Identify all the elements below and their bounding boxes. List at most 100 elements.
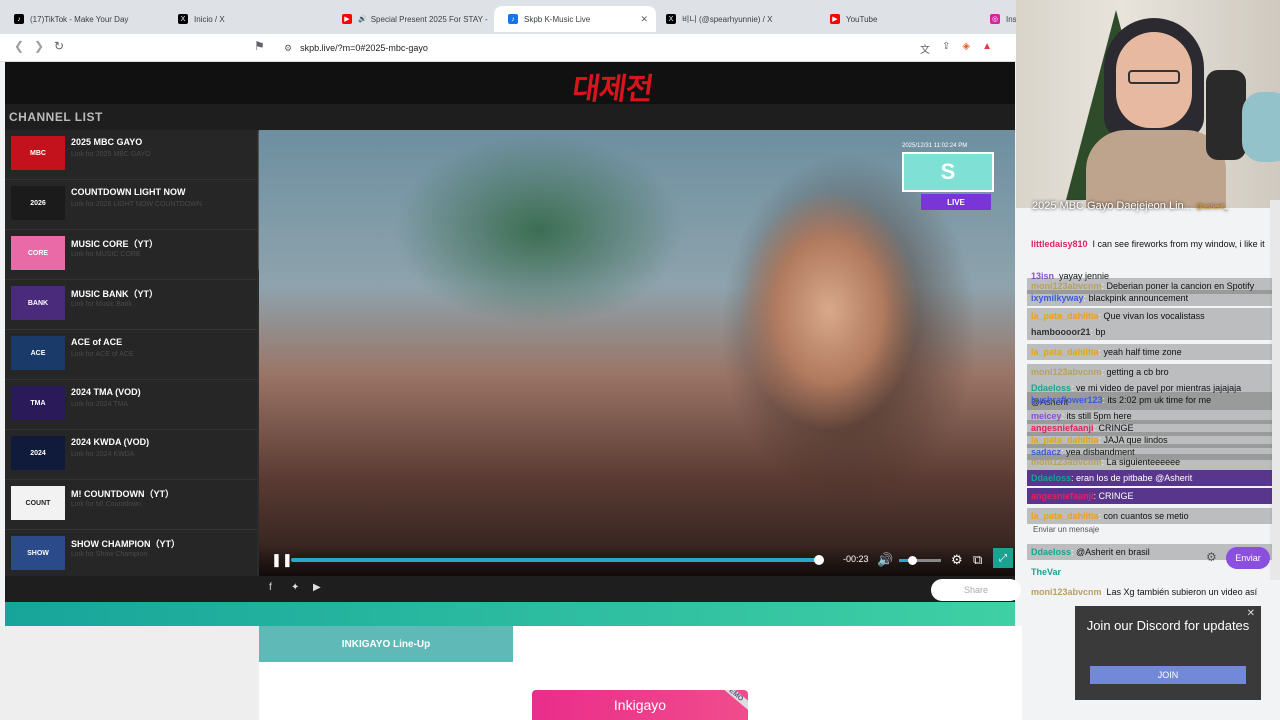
- address-bar: ❮ ❯ ↻ ⚑ ⚙ skpb.live/?m=0#2025-mbc-gayo 文 …: [0, 34, 1016, 62]
- channel-link-text: Link for MUSIC CORE: [71, 251, 141, 258]
- chat-text: La siguienteeeeee: [1106, 457, 1181, 467]
- demo-ribbon: DEMO: [714, 690, 748, 711]
- volume-icon[interactable]: 🔊: [877, 552, 893, 568]
- tab-youtube[interactable]: ▶ YouTube: [816, 6, 984, 32]
- channel-thumbnail: COUNT: [11, 486, 65, 520]
- instagram-icon: ◎: [990, 14, 1000, 24]
- chat-message: moni123abvcnm: La siguienteeeeee: [1027, 454, 1272, 470]
- channel-item[interactable]: ACE ACE of ACE Link for ACE of ACE: [5, 330, 257, 380]
- send-button[interactable]: Enviar: [1226, 547, 1270, 569]
- chat-input[interactable]: Enviar un mensaje: [1027, 522, 1272, 540]
- tab-tiktok[interactable]: ♪ (17)TikTok - Make Your Day: [0, 6, 168, 32]
- channel-item[interactable]: CORE MUSIC CORE（YT） Link for MUSIC CORE: [5, 230, 257, 280]
- chat-settings-icon[interactable]: ⚙: [1206, 550, 1217, 564]
- channel-link-text: Link for ACE of ACE: [71, 351, 134, 358]
- site-info-icon[interactable]: ⚙: [284, 43, 292, 54]
- pause-icon[interactable]: ❚❚: [271, 552, 293, 568]
- chat-text: getting a cb bro: [1106, 367, 1169, 377]
- channel-list: MBC 2025 MBC GAYO Link for 2025 MBC GAYO…: [5, 130, 257, 576]
- inkigayo-button[interactable]: Inkigayo DEMO: [532, 690, 748, 720]
- channel-item[interactable]: BANK MUSIC BANK（YT） Link for Music Bank: [5, 280, 257, 330]
- fullscreen-icon[interactable]: ⤢: [993, 548, 1013, 568]
- share-page-icon[interactable]: ⇪: [942, 41, 950, 56]
- chat-username[interactable]: TheVar: [1031, 567, 1061, 577]
- chat-message: moni123abvcnm: getting a cb bro: [1027, 364, 1272, 380]
- chat-username[interactable]: hamboooor21: [1031, 327, 1091, 337]
- skpb-icon: ♪: [508, 14, 518, 24]
- discord-title: Join our Discord for updates: [1086, 618, 1250, 633]
- chat-username[interactable]: bushraflower123: [1031, 395, 1103, 405]
- progress-knob[interactable]: [814, 555, 824, 565]
- youtube-share-icon[interactable]: ▶: [313, 582, 321, 593]
- video-player[interactable]: 2025/12/31 11:02:24 PM S LIVE ❚❚ -00:23 …: [259, 130, 1015, 576]
- player-controls: ❚❚ -00:23 🔊 ⚙ ⧉ ⤢: [259, 544, 1015, 576]
- popout-icon[interactable]: ⧉: [973, 552, 982, 568]
- chat-text: @Asherit en brasil: [1076, 547, 1150, 557]
- chat-username[interactable]: la_pata_dahlitia: [1031, 347, 1099, 357]
- bookmark-icon[interactable]: ⚑: [254, 39, 265, 53]
- tab-x-spearhyunnie[interactable]: X 비니 (@spearhyunnie) / X: [652, 6, 820, 32]
- audio-icon: 🔊: [358, 16, 367, 23]
- chat-username[interactable]: la_pata_dahlitia: [1031, 311, 1099, 321]
- tiktok-icon: ♪: [14, 14, 24, 24]
- channel-thumbnail: MBC: [11, 136, 65, 170]
- chat-text: Que vivan los vocalistass: [1103, 311, 1205, 321]
- chat-username[interactable]: la_pata_dahlitia: [1031, 511, 1099, 521]
- tab-youtube-special[interactable]: ▶ 🔊 Special Present 2025 For STAY -: [328, 6, 496, 32]
- back-icon[interactable]: ❮: [14, 39, 24, 53]
- channel-item[interactable]: MBC 2025 MBC GAYO Link for 2025 MBC GAYO: [5, 130, 257, 180]
- facebook-icon[interactable]: f: [269, 582, 272, 593]
- reload-icon[interactable]: ↻: [54, 39, 64, 53]
- chat-username[interactable]: moni123abvcnm: [1031, 457, 1102, 467]
- chat-username[interactable]: Ddaeloss: [1031, 473, 1071, 483]
- join-button[interactable]: JOIN: [1090, 666, 1246, 684]
- chat-text: bp: [1095, 327, 1106, 337]
- channel-name: 2024 KWDA (VOD): [71, 437, 150, 447]
- progress-bar[interactable]: [291, 555, 824, 565]
- settings-gear-icon[interactable]: ⚙: [951, 552, 963, 568]
- close-tab-icon[interactable]: ✕: [640, 14, 648, 25]
- channel-name: ACE of ACE: [71, 337, 123, 347]
- chat-message: Ddaeloss: eran los de pitbabe @Asherit: [1027, 470, 1272, 486]
- share-button[interactable]: Share: [931, 579, 1021, 601]
- streamer-body: [1086, 130, 1226, 208]
- volume-slider[interactable]: [899, 556, 941, 565]
- microphone: [1206, 70, 1246, 160]
- tab-skpb[interactable]: ♪ Skpb K-Music Live ✕: [494, 6, 656, 32]
- channel-link-text: Link for 2024 KWDA: [71, 451, 135, 458]
- discord-popup: ✕ Join our Discord for updates JOIN: [1075, 606, 1261, 700]
- chat-message: ixymilkyway: blackpink announcement: [1027, 290, 1272, 306]
- chat-username[interactable]: littledaisy810: [1031, 239, 1088, 249]
- url-field[interactable]: ⚙ skpb.live/?m=0#2025-mbc-gayo: [276, 38, 896, 58]
- channel-name: MUSIC BANK（YT）: [71, 289, 158, 299]
- translate-icon[interactable]: 文: [920, 41, 930, 56]
- channel-name: MUSIC CORE（YT）: [71, 239, 159, 249]
- tab-x-inicio[interactable]: X Inicio / X: [164, 6, 332, 32]
- tab-instagram[interactable]: ◎ Ins: [980, 6, 1016, 32]
- chat-message: la_pata_dahlitia: Que vivan los vocalist…: [1027, 308, 1272, 324]
- brave-rewards-icon[interactable]: ▲: [982, 41, 992, 56]
- chat-username[interactable]: angesniefaanji: [1031, 491, 1094, 501]
- browser-tab-bar: ♪ (17)TikTok - Make Your Day X Inicio / X …: [0, 0, 1016, 36]
- channel-item[interactable]: 2026 COUNTDOWN LIGHT NOW Link for 2026 L…: [5, 180, 257, 230]
- volume-knob[interactable]: [908, 556, 917, 565]
- inkigayo-lineup-tab[interactable]: INKIGAYO Line-Up: [259, 626, 513, 662]
- forward-icon[interactable]: ❯: [34, 39, 44, 53]
- chat-text: yeah half time zone: [1103, 347, 1182, 357]
- channel-item[interactable]: SHOW SHOW CHAMPION（YT） Link for Show Cha…: [5, 530, 257, 576]
- channel-item[interactable]: TMA 2024 TMA (VOD) Link for 2024 TMA: [5, 380, 257, 430]
- brave-shield-icon[interactable]: ◈: [962, 41, 970, 56]
- channel-item[interactable]: COUNT M! COUNTDOWN（YT） Link for M! Count…: [5, 480, 257, 530]
- chat-username[interactable]: ixymilkyway: [1031, 293, 1084, 303]
- twitter-icon[interactable]: ✦: [291, 582, 299, 593]
- chat-message: hamboooor21: bp: [1027, 324, 1272, 340]
- chat-message: la_pata_dahlitia: yeah half time zone: [1027, 344, 1272, 360]
- chat-username[interactable]: moni123abvcnm: [1031, 367, 1102, 377]
- channel-link-text: Link for M! Countdown: [71, 501, 142, 508]
- chat-username[interactable]: Ddaeloss: [1031, 547, 1071, 557]
- channel-item[interactable]: 2024 2024 KWDA (VOD) Link for 2024 KWDA: [5, 430, 257, 480]
- overlay-s-logo: S: [902, 152, 994, 192]
- chat-username[interactable]: moni123abvcnm: [1031, 587, 1102, 597]
- chat-message: moni123abvcnm: Las Xg también subieron u…: [1031, 587, 1258, 597]
- site-banner: 대제전: [5, 62, 1015, 104]
